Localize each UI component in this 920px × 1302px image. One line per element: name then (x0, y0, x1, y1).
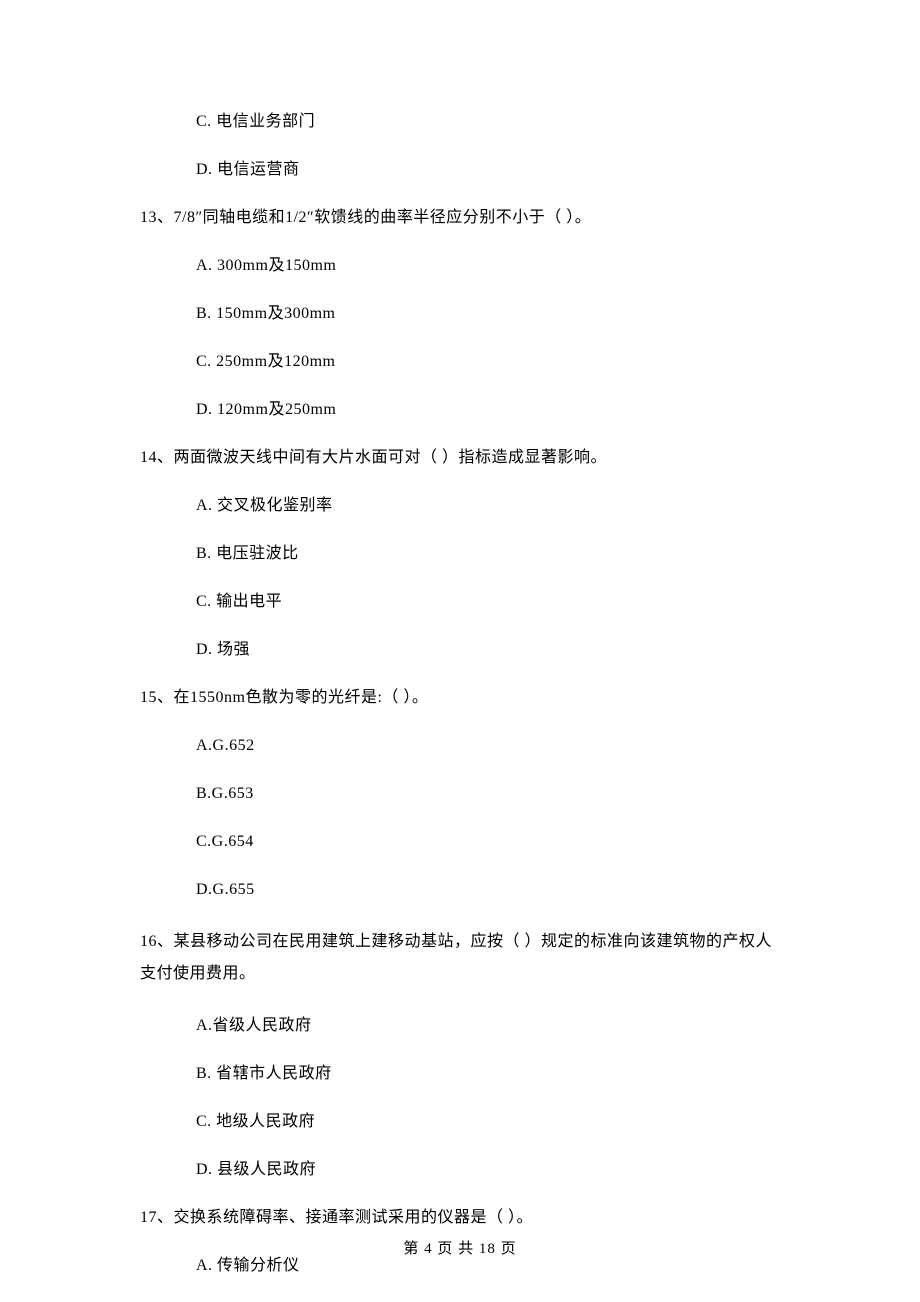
option-c: C. 250mm及120mm (140, 350, 780, 374)
option-b: B. 150mm及300mm (140, 302, 780, 326)
option-a: A.省级人民政府 (140, 1014, 780, 1038)
option-c: C. 输出电平 (140, 590, 780, 614)
option-d: D. 电信运营商 (140, 158, 780, 182)
option-d: D. 120mm及250mm (140, 398, 780, 422)
question-16: 16、某县移动公司在民用建筑上建移动基站，应按（ ）规定的标准向该建筑物的产权人… (140, 926, 780, 990)
option-b: B.G.653 (140, 782, 780, 806)
option-a: A.G.652 (140, 734, 780, 758)
option-a: A. 交叉极化鉴别率 (140, 494, 780, 518)
option-d: D.G.655 (140, 878, 780, 902)
page-footer: 第 4 页 共 18 页 (0, 1237, 920, 1258)
question-17: 17、交换系统障碍率、接通率测试采用的仪器是（ ）。 (140, 1206, 780, 1230)
question-14: 14、两面微波天线中间有大片水面可对（ ）指标造成显著影响。 (140, 446, 780, 470)
question-15: 15、在1550nm色散为零的光纤是:（ ）。 (140, 686, 780, 710)
option-d: D. 场强 (140, 638, 780, 662)
option-a: A. 300mm及150mm (140, 254, 780, 278)
option-d: D. 县级人民政府 (140, 1158, 780, 1182)
document-body: C. 电信业务部门 D. 电信运营商 13、7/8″同轴电缆和1/2″软馈线的曲… (0, 0, 920, 1278)
option-b: B. 电压驻波比 (140, 542, 780, 566)
option-c: C.G.654 (140, 830, 780, 854)
option-b: B. 省辖市人民政府 (140, 1062, 780, 1086)
option-c: C. 地级人民政府 (140, 1110, 780, 1134)
question-13: 13、7/8″同轴电缆和1/2″软馈线的曲率半径应分别不小于（ ）。 (140, 206, 780, 230)
option-c: C. 电信业务部门 (140, 110, 780, 134)
